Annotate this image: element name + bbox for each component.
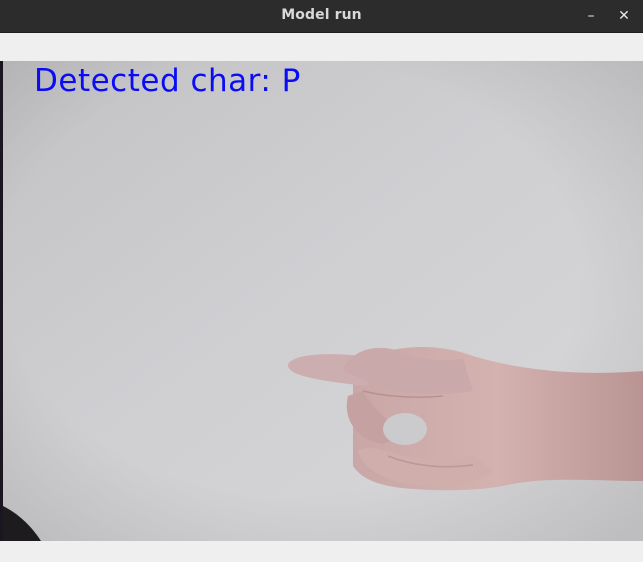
camera-image (3, 61, 643, 541)
app-window: Model run – ✕ Detected char: P (0, 0, 643, 562)
window-title: Model run (281, 7, 362, 23)
minimize-button[interactable]: – (580, 5, 602, 27)
toolbar-area (0, 33, 643, 61)
status-area (0, 541, 643, 562)
camera-frame: Detected char: P (3, 61, 643, 541)
title-bar[interactable]: Model run – ✕ (0, 0, 643, 33)
close-button[interactable]: ✕ (613, 5, 635, 27)
detection-label: Detected char: P (34, 63, 301, 99)
